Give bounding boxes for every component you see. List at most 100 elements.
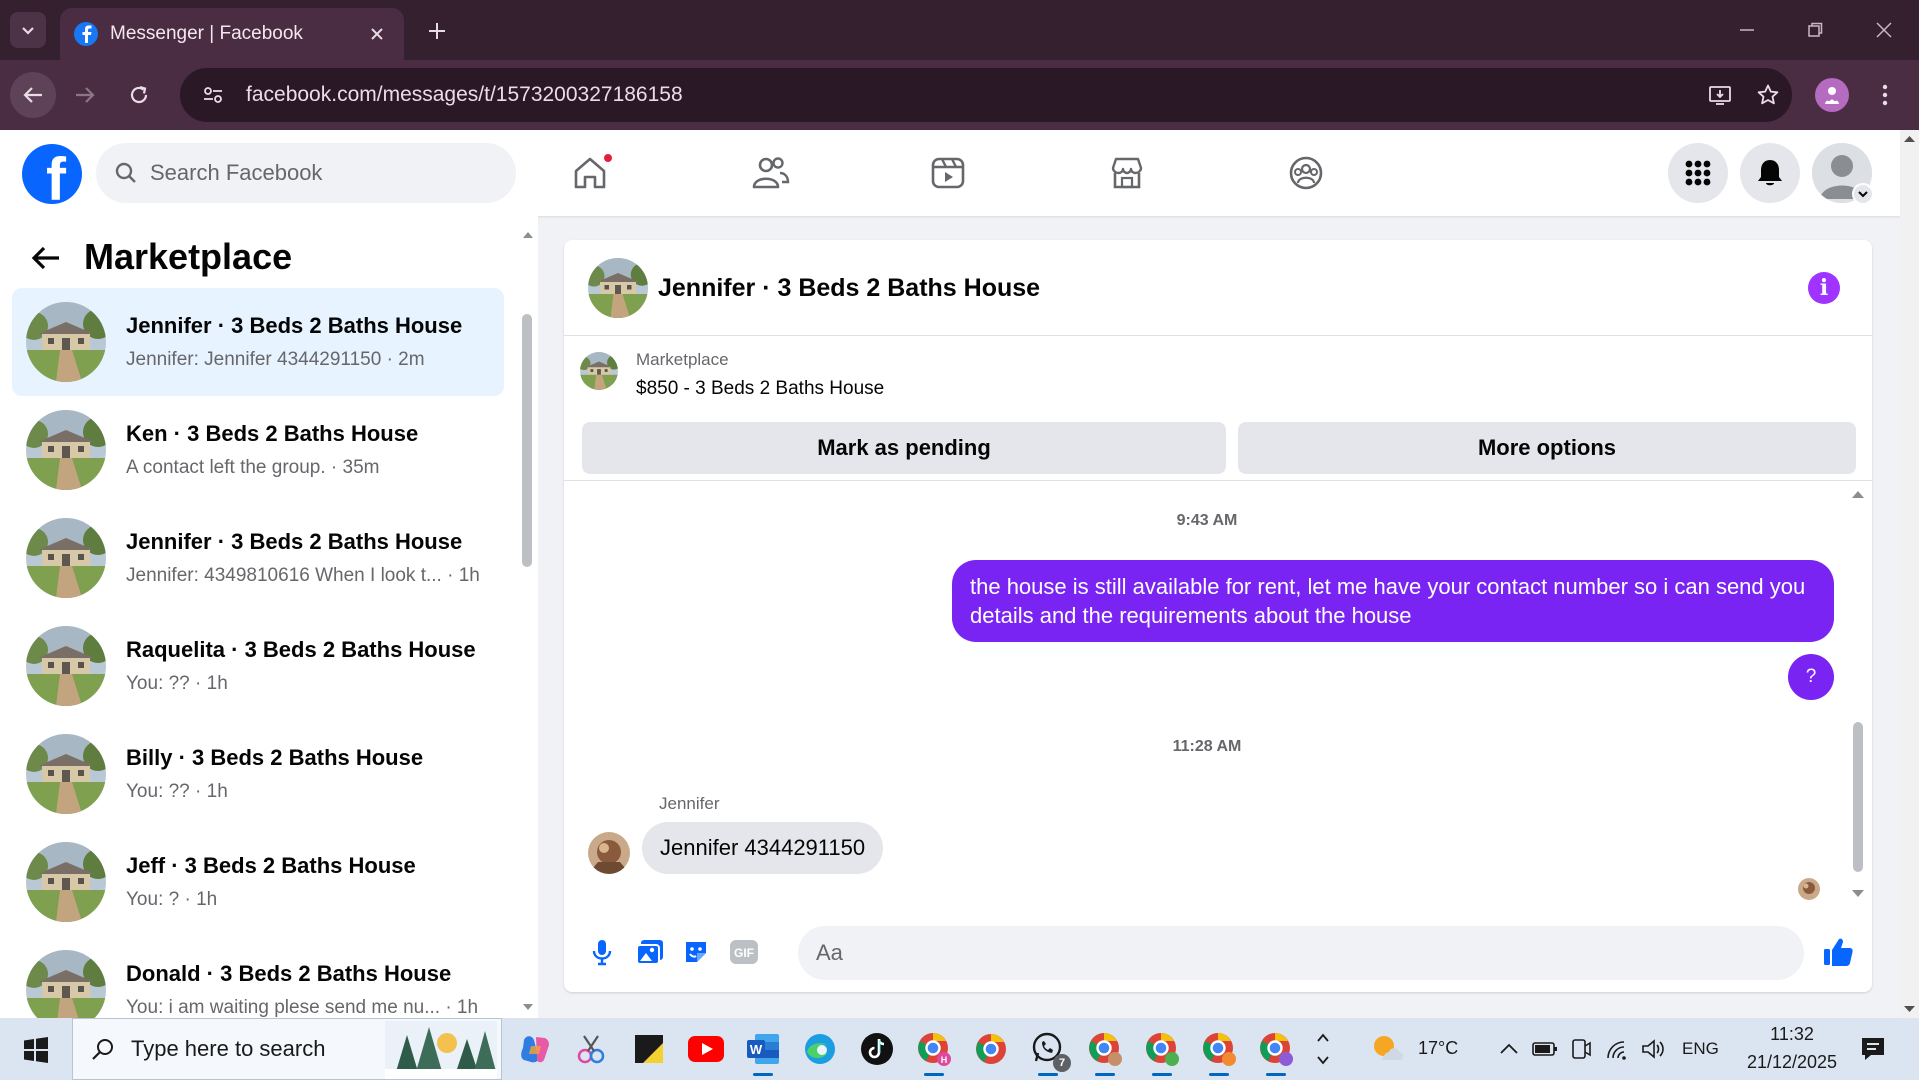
conversation-item[interactable]: Billy · 3 Beds 2 Baths House You: ?? · 1h <box>12 720 504 828</box>
conversation-item[interactable]: Jennifer · 3 Beds 2 Baths House Jennifer:… <box>12 288 504 396</box>
facebook-logo-icon[interactable]: f <box>22 144 82 204</box>
running-indicator <box>1209 1073 1229 1076</box>
search-icon <box>92 1039 113 1060</box>
notifications-center-icon[interactable] <box>1858 1034 1888 1064</box>
chat-avatar[interactable] <box>588 258 648 318</box>
conversation-thumbnail <box>26 302 106 382</box>
gif-icon[interactable]: GIF <box>724 932 764 972</box>
microsoft-word-icon[interactable]: W <box>740 1026 786 1076</box>
marketplace-nav-icon[interactable] <box>1097 138 1157 208</box>
chrome-icon[interactable] <box>968 1026 1014 1072</box>
account-chevron-down-icon[interactable] <box>1852 183 1874 205</box>
site-info-icon[interactable] <box>188 70 238 120</box>
show-hidden-icons-chevron-icon[interactable] <box>1496 1036 1522 1062</box>
notifications-bell-icon[interactable] <box>1740 143 1800 203</box>
conversation-item[interactable]: Ken · 3 Beds 2 Baths House A contact left… <box>12 396 504 504</box>
whatsapp-icon[interactable]: 7 <box>1025 1026 1071 1076</box>
facebook-favicon-icon <box>74 22 98 46</box>
chrome-profile-icon[interactable] <box>1253 1026 1299 1076</box>
url-text[interactable]: facebook.com/messages/t/1573200327186158 <box>246 83 1696 107</box>
thumbs-up-icon[interactable] <box>1818 932 1858 972</box>
conversation-preview: You: ? · 1h <box>126 889 218 910</box>
friends-nav-icon[interactable] <box>740 138 800 208</box>
info-icon[interactable]: i <box>1808 272 1840 304</box>
microsoft-edge-icon[interactable] <box>797 1026 843 1072</box>
sticker-icon[interactable] <box>676 932 716 972</box>
home-nav-icon[interactable] <box>560 138 620 208</box>
mark-as-pending-button[interactable]: Mark as pending <box>582 422 1226 474</box>
conversation-info: Raquelita · 3 Beds 2 Baths House You: ?? … <box>126 637 476 695</box>
more-options-button[interactable]: More options <box>1238 422 1856 474</box>
minimize-icon[interactable] <box>1722 10 1772 50</box>
search-icon <box>115 162 136 183</box>
snipping-tool-icon[interactable] <box>568 1026 614 1072</box>
conversation-thumbnail <box>26 410 106 490</box>
menu-grid-icon[interactable] <box>1668 143 1728 203</box>
scroll-up-arrow-icon[interactable] <box>1850 486 1866 502</box>
windows-start-icon[interactable] <box>14 1028 58 1072</box>
message-scrollbar-thumb[interactable] <box>1853 722 1863 872</box>
message-input[interactable] <box>816 940 1716 966</box>
back-arrow-icon[interactable] <box>10 72 56 118</box>
chrome-profile-icon[interactable] <box>1082 1026 1128 1076</box>
scroll-down-arrow-icon[interactable] <box>1850 886 1866 902</box>
conversation-info: Ken · 3 Beds 2 Baths House A contact left… <box>126 421 418 479</box>
message-thread: 9:43 AM the house is still available for… <box>564 482 1872 912</box>
browser-menu-icon[interactable] <box>1870 76 1900 114</box>
listing-title[interactable]: $850 - 3 Beds 2 Baths House <box>636 378 884 400</box>
input-language[interactable]: ENG <box>1682 1039 1719 1059</box>
message-input-box[interactable] <box>798 926 1804 980</box>
outgoing-message-bubble[interactable]: ? <box>1788 654 1834 700</box>
taskbar-search-box[interactable]: Type here to search <box>72 1018 502 1080</box>
new-tab-plus-icon[interactable] <box>420 14 454 48</box>
conversation-preview: A contact left the group. · 35m <box>126 457 380 478</box>
taskbar-overflow-chevrons-icon[interactable] <box>1310 1024 1336 1074</box>
address-bar[interactable]: facebook.com/messages/t/1573200327186158 <box>180 68 1792 122</box>
marketplace-listing-card: Marketplace $850 - 3 Beds 2 Baths House … <box>564 336 1872 481</box>
restore-icon[interactable] <box>1790 10 1840 50</box>
close-window-icon[interactable] <box>1859 10 1909 50</box>
chrome-profile-icon[interactable] <box>1139 1026 1185 1076</box>
chrome-profile-h-icon[interactable]: H <box>911 1026 957 1076</box>
photo-gallery-icon[interactable] <box>630 932 670 972</box>
listing-thumbnail[interactable] <box>580 352 618 390</box>
meet-now-icon[interactable] <box>1568 1036 1594 1062</box>
bookmark-star-icon[interactable] <box>1744 71 1792 119</box>
incoming-message-bubble[interactable]: Jennifer 4344291150 <box>642 822 884 874</box>
conversation-item[interactable]: Jeff · 3 Beds 2 Baths House You: ? · 1h <box>12 828 504 936</box>
conversation-item[interactable]: Donald · 3 Beds 2 Baths House You: i am w… <box>12 936 504 1018</box>
tab-close-icon[interactable] <box>364 21 390 47</box>
page-scrollbar[interactable] <box>1900 130 1919 1018</box>
clock-time[interactable]: 11:32 <box>1762 1024 1822 1045</box>
groups-nav-icon[interactable] <box>1276 138 1336 208</box>
outgoing-message-bubble[interactable]: the house is still available for rent, l… <box>952 560 1834 642</box>
chrome-profile-icon[interactable] <box>1196 1026 1242 1076</box>
chat-title[interactable]: Jennifer · 3 Beds 2 Baths House <box>658 274 1040 303</box>
weather-icon[interactable] <box>1370 1032 1406 1064</box>
battery-icon[interactable] <box>1532 1036 1558 1062</box>
tiktok-icon[interactable] <box>854 1026 900 1072</box>
conversation-item[interactable]: Jennifer · 3 Beds 2 Baths House Jennifer:… <box>12 504 504 612</box>
back-arrow-icon[interactable] <box>26 238 66 278</box>
clock-date[interactable]: 21/12/2025 <box>1736 1052 1848 1073</box>
scrollbar-thumb[interactable] <box>522 314 532 567</box>
browser-tab-messenger[interactable]: Messenger | Facebook <box>60 8 404 60</box>
volume-icon[interactable] <box>1640 1036 1666 1062</box>
microphone-icon[interactable] <box>582 932 622 972</box>
conversation-item[interactable]: Raquelita · 3 Beds 2 Baths House You: ?? … <box>12 612 504 720</box>
weather-temperature[interactable]: 17°C <box>1418 1038 1458 1059</box>
tab-search-button[interactable] <box>10 12 46 48</box>
facebook-search-box[interactable] <box>96 143 516 203</box>
wifi-icon[interactable] <box>1604 1036 1630 1062</box>
forward-arrow-icon[interactable] <box>62 72 108 118</box>
install-app-icon[interactable] <box>1696 71 1744 119</box>
copilot-app-icon[interactable] <box>512 1026 558 1072</box>
running-indicator <box>1152 1073 1172 1076</box>
reload-icon[interactable] <box>116 72 162 118</box>
video-nav-icon[interactable] <box>918 138 978 208</box>
browser-profile-avatar[interactable] <box>1815 78 1849 112</box>
facebook-search-input[interactable] <box>150 160 490 186</box>
sticky-notes-icon[interactable] <box>626 1026 672 1072</box>
sender-avatar[interactable] <box>588 832 630 874</box>
youtube-icon[interactable] <box>683 1026 729 1072</box>
